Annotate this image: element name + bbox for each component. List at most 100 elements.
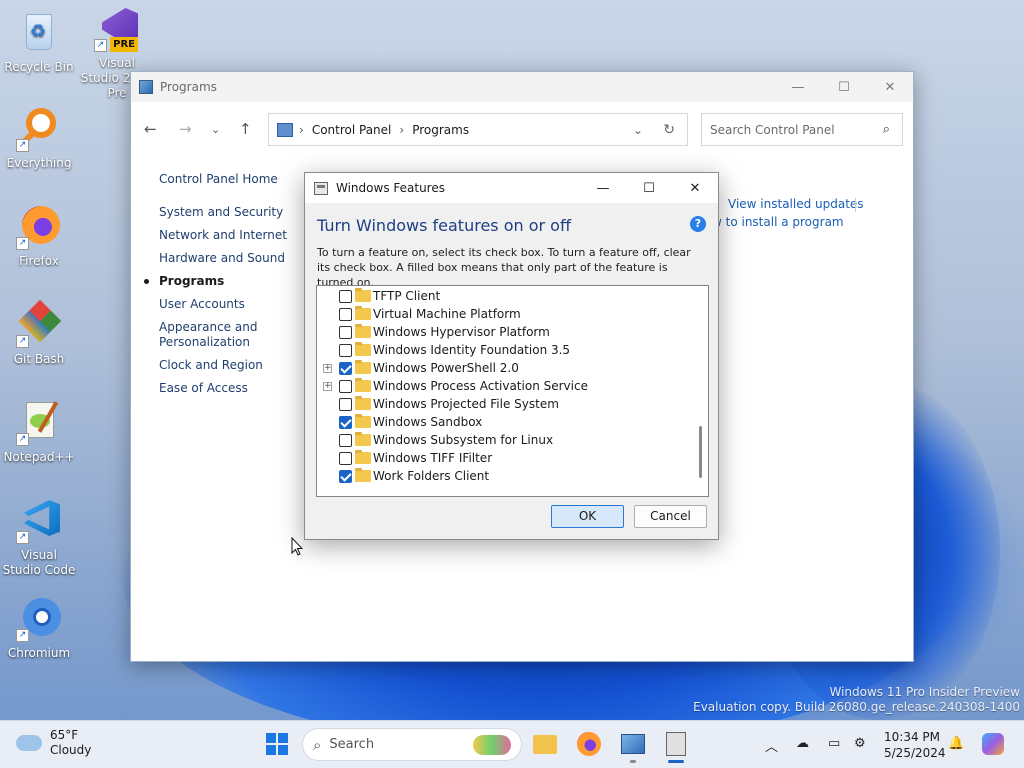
sidebar-item-ease-of-access[interactable]: Ease of Access <box>159 381 287 396</box>
feature-row[interactable]: Windows Projected File System <box>317 395 697 413</box>
search-icon: ⌕ <box>313 735 322 754</box>
feature-label: Windows Process Activation Service <box>373 379 588 393</box>
feature-row[interactable]: + Windows PowerShell 2.0 <box>317 359 697 377</box>
desktop-icon-git-bash[interactable]: ↗ Git Bash <box>1 299 77 367</box>
feature-row[interactable]: Windows Identity Foundation 3.5 <box>317 341 697 359</box>
forward-arrow-icon[interactable]: → <box>179 120 192 138</box>
feature-row[interactable]: TFTP Client <box>317 287 697 305</box>
feature-checkbox[interactable] <box>339 379 352 393</box>
dialog-maximize-button[interactable]: ☐ <box>626 173 672 203</box>
search-highlight-icon <box>473 734 511 755</box>
maximize-button[interactable]: ☐ <box>821 72 867 102</box>
dialog-close-button[interactable]: ✕ <box>672 173 718 203</box>
ok-button[interactable]: OK <box>551 505 624 528</box>
network-offline-icon[interactable]: ☁ <box>796 736 809 751</box>
taskbar-windows-features[interactable] <box>661 729 691 763</box>
taskbar-file-explorer[interactable] <box>530 729 560 759</box>
feature-checkbox[interactable] <box>339 361 352 375</box>
sidebar-item-clock-and-region[interactable]: Clock and Region <box>159 358 287 373</box>
display-icon[interactable]: ▭ <box>828 736 840 751</box>
feature-checkbox[interactable] <box>339 415 352 429</box>
system-clock[interactable]: 10:34 PM 5/25/2024 <box>884 729 946 761</box>
minimize-button[interactable]: — <box>775 72 821 102</box>
shortcut-arrow-icon: ↗ <box>16 433 29 446</box>
windows-features-dialog: Windows Features — ☐ ✕ Turn Windows feat… <box>304 172 719 540</box>
tree-scrollbar[interactable] <box>699 426 702 478</box>
taskbar-firefox[interactable] <box>574 729 604 759</box>
feature-row[interactable]: Windows Sandbox <box>317 413 697 431</box>
feature-row[interactable]: + Windows Process Activation Service <box>317 377 697 395</box>
folder-icon <box>533 734 557 754</box>
settings-icon[interactable]: ⚙ <box>854 736 866 751</box>
sidebar-item-network-and-internet[interactable]: Network and Internet <box>159 228 287 243</box>
expand-plus-icon[interactable]: + <box>323 363 332 373</box>
feature-checkbox[interactable] <box>339 469 352 483</box>
firefox-icon: ↗ <box>16 204 62 250</box>
feature-checkbox[interactable] <box>339 289 352 303</box>
start-button[interactable] <box>262 729 292 759</box>
feature-label: Windows TIFF IFilter <box>373 451 493 465</box>
back-arrow-icon[interactable]: ← <box>144 120 157 138</box>
pre-badge: PRE <box>110 37 138 52</box>
weather-widget[interactable]: 65°F Cloudy <box>16 728 91 758</box>
sidebar-item-appearance-and-personalization[interactable]: Appearance and Personalization <box>159 320 259 350</box>
feature-checkbox[interactable] <box>339 397 352 411</box>
breadcrumb-control-panel[interactable]: Control Panel <box>312 123 392 137</box>
desktop-icon-vscode[interactable]: ↗ Visual Studio Code <box>1 498 77 578</box>
view-installed-updates-link[interactable]: View installed updates <box>728 197 864 211</box>
dialog-title: Windows Features <box>336 181 445 195</box>
chromium-icon: ↗ <box>16 596 62 642</box>
feature-checkbox[interactable] <box>339 433 352 447</box>
close-button[interactable]: ✕ <box>867 72 913 102</box>
desktop-icon-everything[interactable]: ↗ Everything <box>1 106 77 171</box>
dialog-minimize-button[interactable]: — <box>580 173 626 203</box>
cancel-button[interactable]: Cancel <box>634 505 707 528</box>
recent-locations-chevron-icon[interactable]: ⌄ <box>211 123 220 136</box>
feature-checkbox[interactable] <box>339 451 352 465</box>
feature-row[interactable]: Windows Hypervisor Platform <box>317 323 697 341</box>
address-bar[interactable]: › Control Panel › Programs ⌄ ↻ <box>268 113 688 146</box>
taskbar-search-box[interactable]: ⌕ Search <box>302 728 522 761</box>
link-divider <box>855 198 856 212</box>
windows-logo-icon <box>266 733 288 755</box>
taskbar: 65°F Cloudy ⌕ Search ︿ ☁ ▭ ⚙ 10:34 PM 5/… <box>0 720 1024 768</box>
desktop-icon-firefox[interactable]: ↗ Firefox <box>1 204 77 269</box>
sidebar-item-system-and-security[interactable]: System and Security <box>159 205 287 220</box>
sidebar-item-programs[interactable]: Programs <box>144 274 287 289</box>
clock-time: 10:34 PM <box>884 730 940 744</box>
taskbar-control-panel[interactable] <box>618 729 648 763</box>
feature-label: Virtual Machine Platform <box>373 307 521 321</box>
folder-icon <box>355 288 371 302</box>
sidebar-item-control-panel-home[interactable]: Control Panel Home <box>159 172 287 187</box>
feature-row[interactable]: Windows TIFF IFilter <box>317 449 697 467</box>
desktop-icon-notepad-plus-plus[interactable]: ↗ Notepad++ <box>1 400 77 465</box>
breadcrumb-programs[interactable]: Programs <box>412 123 469 137</box>
desktop-icon-chromium[interactable]: ↗ Chromium <box>1 596 77 661</box>
expand-plus-icon[interactable]: + <box>323 381 332 391</box>
address-dropdown-chevron-icon[interactable]: ⌄ <box>633 123 643 137</box>
sidebar-item-user-accounts[interactable]: User Accounts <box>159 297 287 312</box>
refresh-icon[interactable]: ↻ <box>663 122 675 138</box>
feature-row[interactable]: Virtual Machine Platform <box>317 305 697 323</box>
build-watermark: Windows 11 Pro Insider Preview Evaluatio… <box>693 685 1020 714</box>
features-tree[interactable]: TFTP Client Virtual Machine Platform Windo… <box>316 285 709 497</box>
up-arrow-icon[interactable]: ↑ <box>239 120 252 138</box>
feature-row[interactable]: Work Folders Client <box>317 467 697 485</box>
sidebar-item-hardware-and-sound[interactable]: Hardware and Sound <box>159 251 287 266</box>
dialog-window-buttons: — ☐ ✕ <box>580 173 718 203</box>
shortcut-arrow-icon: ↗ <box>16 237 29 250</box>
search-control-panel-input[interactable]: Search Control Panel ⌕ <box>701 113 903 146</box>
feature-checkbox[interactable] <box>339 307 352 321</box>
feature-row[interactable]: Windows Subsystem for Linux <box>317 431 697 449</box>
feature-checkbox[interactable] <box>339 343 352 357</box>
how-to-install-program-link[interactable]: w to install a program <box>712 215 844 229</box>
show-hidden-icons-chevron-icon[interactable]: ︿ <box>765 736 778 755</box>
copilot-button[interactable] <box>978 729 1008 759</box>
cloud-icon <box>16 735 42 751</box>
help-icon[interactable]: ? <box>690 216 706 232</box>
desktop-icon-recycle-bin[interactable]: ♻ Recycle Bin <box>1 10 77 75</box>
control-panel-icon <box>621 734 645 754</box>
folder-icon <box>355 306 371 320</box>
notification-bell-icon[interactable]: 🔔 <box>948 736 964 751</box>
feature-checkbox[interactable] <box>339 325 352 339</box>
